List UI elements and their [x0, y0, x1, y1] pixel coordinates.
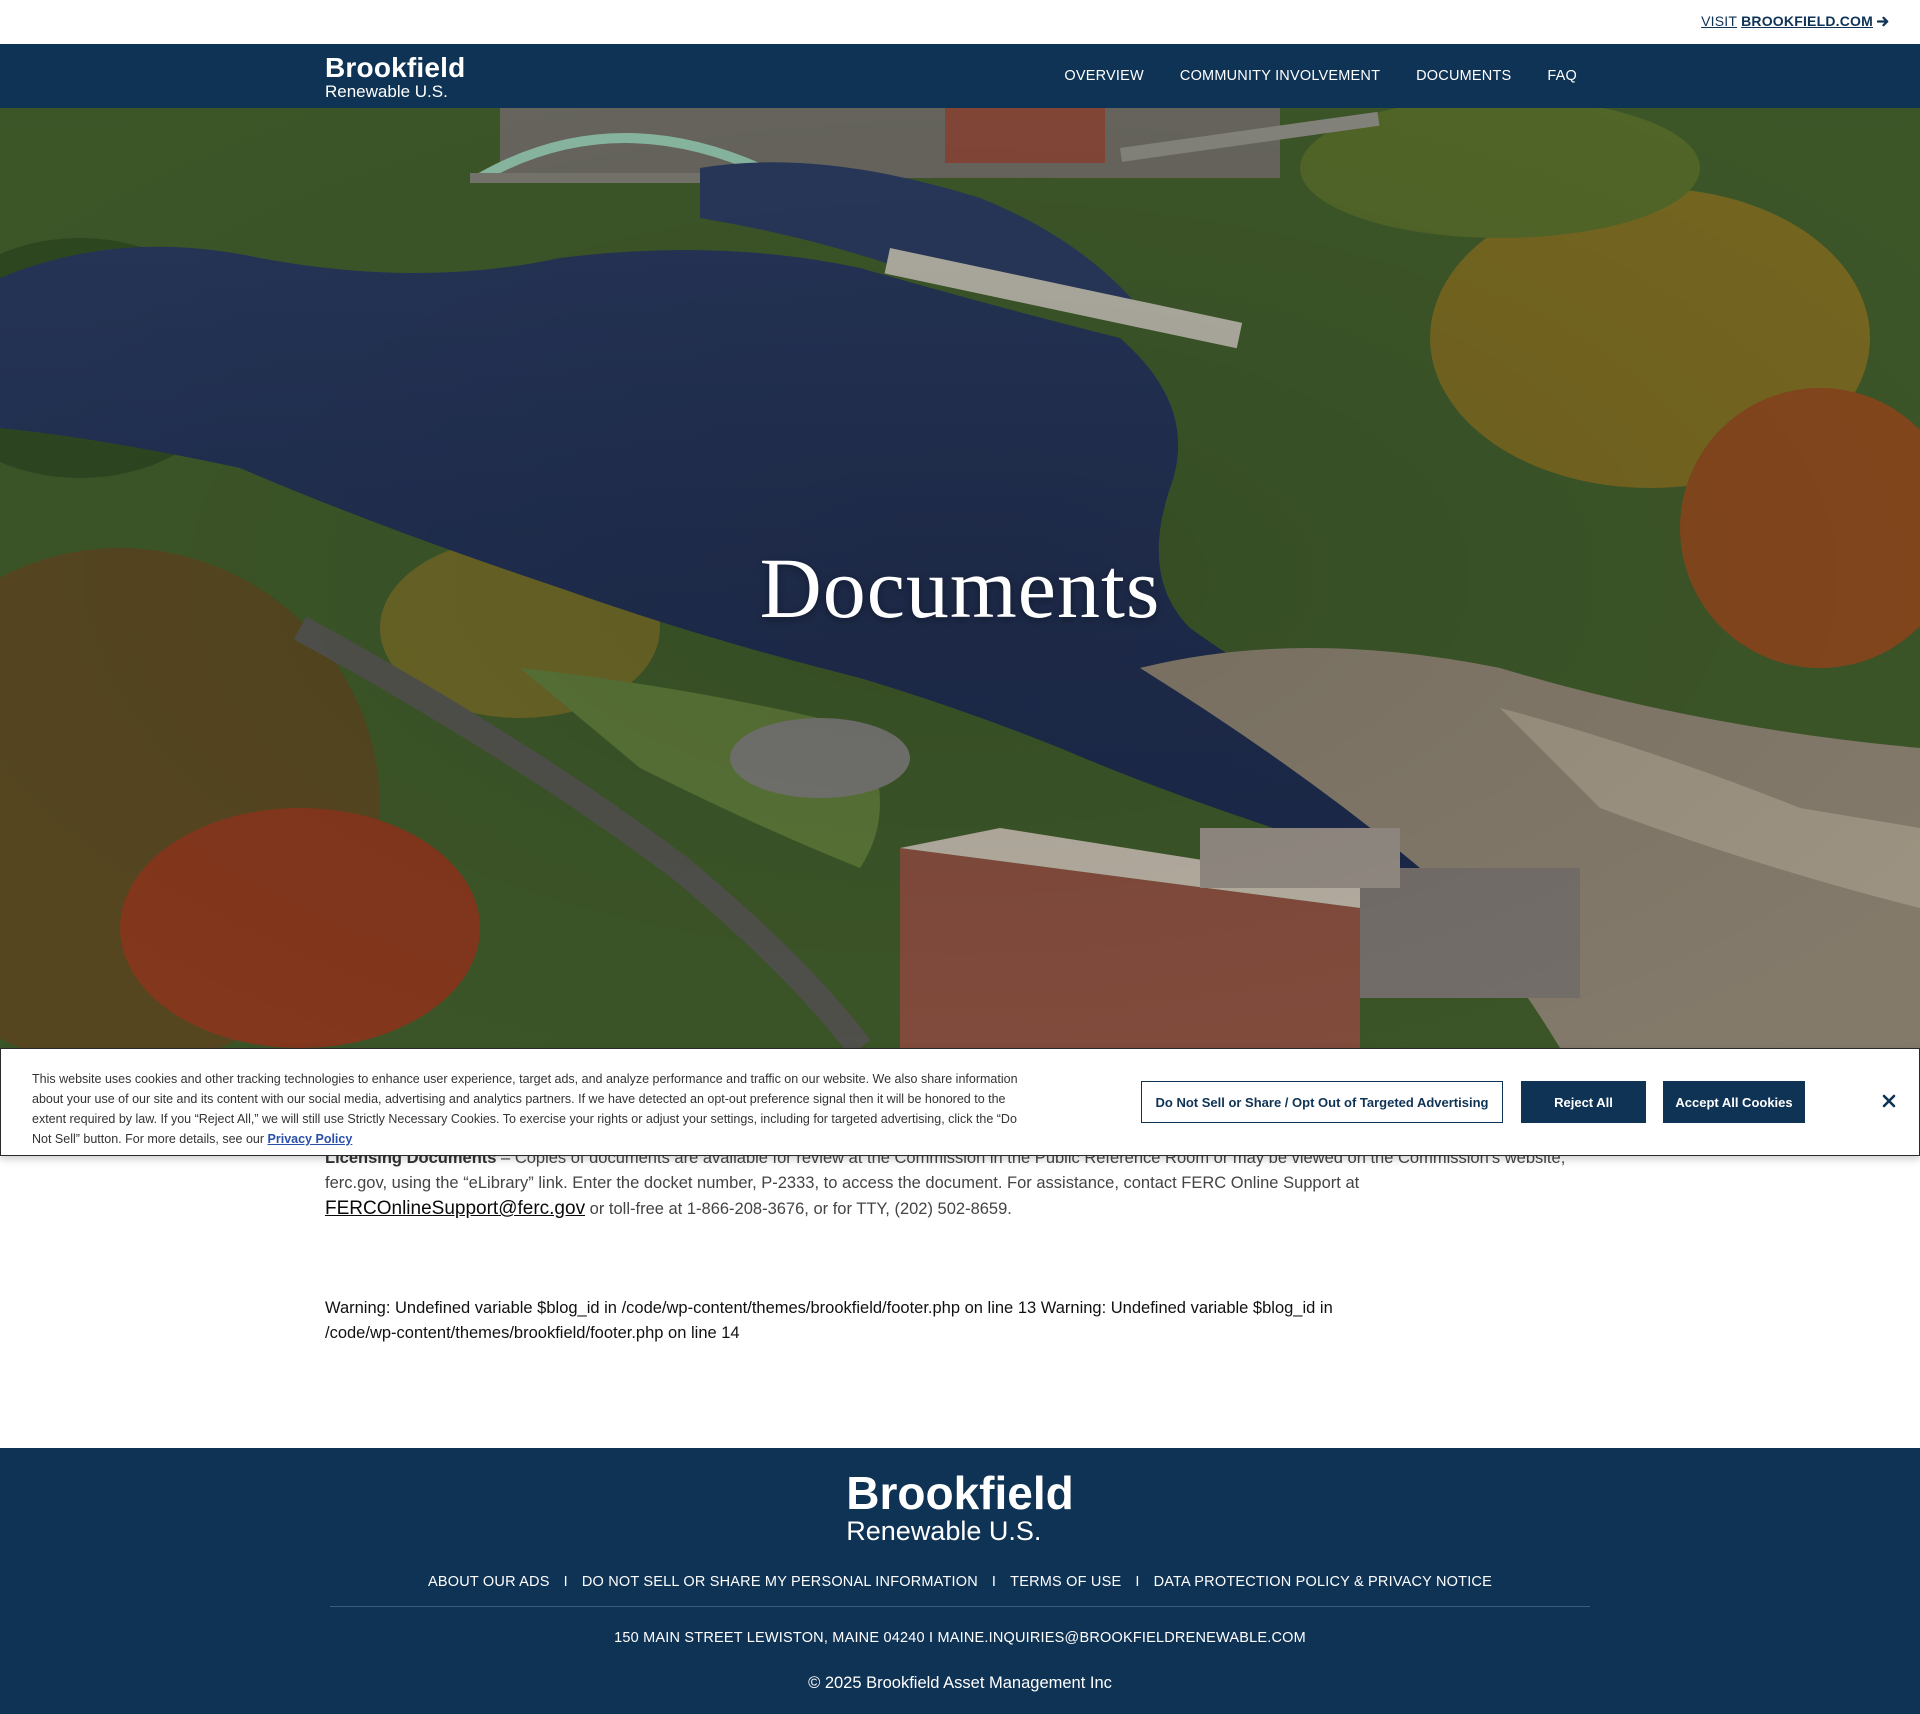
footer-logo[interactable]: Brookfield Renewable U.S.	[0, 1470, 1920, 1545]
brookfield-logo[interactable]: Brookfield Renewable U.S.	[325, 52, 466, 101]
nav-overview[interactable]: OVERVIEW	[1064, 68, 1144, 84]
footer-links: ABOUT OUR ADS I DO NOT SELL OR SHARE MY PE…	[0, 1574, 1920, 1590]
ferc-support-email-link[interactable]: FERCOnlineSupport@ferc.gov	[325, 1198, 585, 1219]
footer-logo-line-2: Renewable U.S.	[846, 1516, 1042, 1546]
site-header: Brookfield Renewable U.S. OVERVIEW COMMU…	[0, 44, 1920, 108]
footer-link-privacy[interactable]: DATA PROTECTION POLICY & PRIVACY NOTICE	[1154, 1574, 1492, 1590]
nav-community-involvement[interactable]: COMMUNITY INVOLVEMENT	[1180, 68, 1380, 84]
nav-documents[interactable]: DOCUMENTS	[1416, 68, 1511, 84]
footer-separator: I	[991, 1574, 997, 1590]
footer-address: 150 MAIN STREET LEWISTON, MAINE 04240 I …	[614, 1630, 1306, 1646]
nav-faq[interactable]: FAQ	[1547, 68, 1577, 84]
php-warning-text: Warning: Undefined variable $blog_id in …	[325, 1299, 1333, 1342]
opt-out-button[interactable]: Do Not Sell or Share / Opt Out of Target…	[1141, 1081, 1503, 1123]
footer-logo-line-1: Brookfield	[846, 1467, 1074, 1519]
accept-all-cookies-button[interactable]: Accept All Cookies	[1663, 1081, 1805, 1123]
visit-brookfield-link[interactable]: VISIT BROOKFIELD.COM	[1701, 13, 1890, 29]
footer-link-do-not-sell[interactable]: DO NOT SELL OR SHARE MY PERSONAL INFORMA…	[582, 1574, 978, 1590]
licensing-documents-paragraph: Licensing Documents – Copies of document…	[325, 1146, 1595, 1222]
close-icon[interactable]	[1879, 1091, 1899, 1111]
logo-line-2: Renewable U.S.	[325, 82, 448, 101]
cookie-consent-banner: This website uses cookies and other trac…	[0, 1048, 1920, 1156]
main-nav: OVERVIEW COMMUNITY INVOLVEMENT DOCUMENTS…	[1064, 44, 1577, 108]
footer-link-about-ads[interactable]: ABOUT OUR ADS	[428, 1574, 550, 1590]
licensing-text-2: or toll-free at 1-866-208-3676, or for T…	[585, 1200, 1012, 1218]
cookie-notice-text: This website uses cookies and other trac…	[32, 1069, 1032, 1149]
cookie-notice-body: This website uses cookies and other trac…	[32, 1072, 1018, 1146]
hero-banner: Documents	[0, 108, 1920, 1048]
footer-link-terms[interactable]: TERMS OF USE	[1010, 1574, 1121, 1590]
footer-divider	[330, 1606, 1590, 1607]
logo-line-1: Brookfield	[325, 52, 466, 83]
footer-copyright: © 2025 Brookfield Asset Management Inc	[808, 1674, 1112, 1692]
page-title: Documents	[759, 540, 1161, 636]
footer-separator: I	[1135, 1574, 1140, 1590]
visit-site: BROOKFIELD.COM	[1741, 13, 1873, 29]
utility-bar: VISIT BROOKFIELD.COM	[0, 0, 1920, 44]
visit-prefix: VISIT	[1701, 13, 1738, 29]
reject-all-button[interactable]: Reject All	[1521, 1081, 1646, 1123]
site-footer: Brookfield Renewable U.S. ABOUT OUR ADS I…	[0, 1448, 1920, 1714]
arrow-right-icon	[1877, 16, 1889, 26]
privacy-policy-link[interactable]: Privacy Policy	[268, 1132, 353, 1146]
footer-separator: I	[563, 1574, 568, 1590]
